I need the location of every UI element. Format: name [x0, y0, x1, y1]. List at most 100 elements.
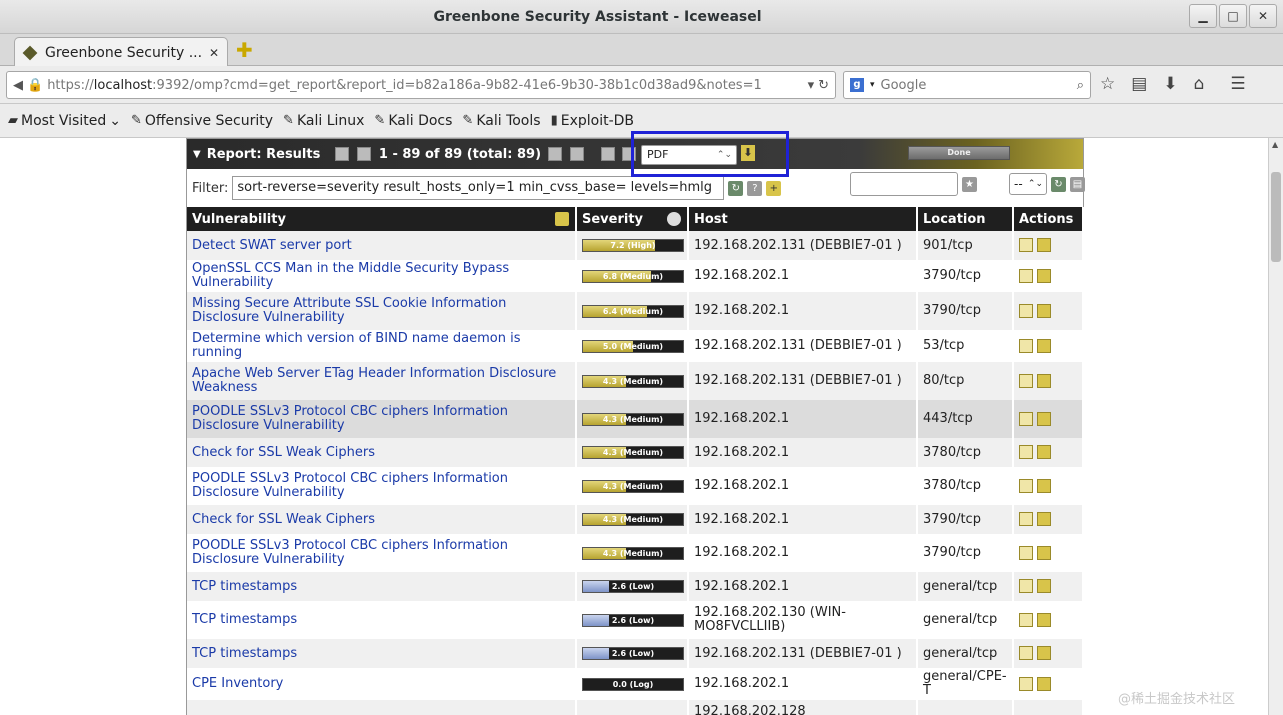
table-row[interactable]: 192.168.202.128	[187, 700, 1084, 715]
table-row[interactable]: Check for SSL Weak Ciphers 4.3 (Medium) 19…	[187, 505, 1084, 534]
new-filter-icon[interactable]: +	[766, 180, 782, 196]
help-icon[interactable]	[600, 147, 615, 161]
header-severity[interactable]: Severity	[576, 207, 689, 231]
table-row[interactable]: POODLE SSLv3 Protocol CBC ciphers Inform…	[187, 534, 1084, 572]
add-note-icon[interactable]	[1019, 303, 1033, 318]
reload-icon[interactable]: ↻	[818, 78, 829, 93]
bookmark-item[interactable]: ✎ Kali Linux	[283, 113, 364, 129]
vulnerability-link[interactable]: Apache Web Server ETag Header Informatio…	[192, 366, 556, 395]
search-box[interactable]: g ▾ ⌕	[843, 71, 1091, 99]
search-icon[interactable]: ⌕	[1077, 78, 1084, 93]
table-row[interactable]: OpenSSL CCS Man in the Middle Security B…	[187, 260, 1084, 292]
url-bar[interactable]: ◀ 🔒 https://localhost:9392/omp?cmd=get_r…	[6, 71, 836, 99]
add-note-icon[interactable]	[555, 212, 569, 226]
bookmark-item[interactable]: ✎ Kali Tools	[462, 113, 540, 129]
add-note-icon[interactable]	[1019, 445, 1033, 460]
add-override-icon[interactable]	[1037, 373, 1051, 388]
back-icon[interactable]: ◀	[13, 78, 23, 93]
add-override-icon[interactable]	[1037, 545, 1051, 560]
vulnerability-link[interactable]: POODLE SSLv3 Protocol CBC ciphers Inform…	[192, 404, 508, 433]
bookmark-item[interactable]: ✎ Kali Docs	[374, 113, 452, 129]
home-icon[interactable]: ⌂	[1194, 74, 1205, 94]
vulnerability-link[interactable]: CPE Inventory	[192, 676, 283, 691]
table-row[interactable]: Check for SSL Weak Ciphers 4.3 (Medium) 19…	[187, 438, 1084, 467]
add-note-icon[interactable]	[1019, 238, 1033, 253]
google-icon[interactable]: g	[850, 78, 864, 92]
download-report-icon[interactable]: ⬇	[741, 145, 755, 161]
add-override-icon[interactable]	[1037, 303, 1051, 318]
add-override-icon[interactable]	[1037, 411, 1051, 426]
prev-page-icon[interactable]	[356, 147, 371, 161]
collapse-icon[interactable]: ▼	[193, 149, 201, 160]
dropdown-icon[interactable]: ▾	[808, 78, 815, 93]
add-override-icon[interactable]	[1037, 646, 1051, 661]
header-host[interactable]: Host	[688, 207, 918, 231]
minimize-icon[interactable]: ▁	[1189, 4, 1217, 28]
table-row[interactable]: Determine which version of BIND name dae…	[187, 330, 1084, 362]
vulnerability-link[interactable]: TCP timestamps	[192, 646, 297, 661]
table-row[interactable]: CPE Inventory 0.0 (Log) 192.168.202.1 gener…	[187, 668, 1084, 700]
vulnerability-link[interactable]: TCP timestamps	[192, 579, 297, 594]
header-location[interactable]: Location	[917, 207, 1014, 231]
close-icon[interactable]: ✕	[1249, 4, 1277, 28]
sort-icon[interactable]	[667, 212, 681, 226]
add-override-icon[interactable]	[1037, 238, 1051, 253]
add-note-icon[interactable]	[1019, 545, 1033, 560]
table-row[interactable]: Missing Secure Attribute SSL Cookie Info…	[187, 292, 1084, 330]
add-override-icon[interactable]	[1037, 445, 1051, 460]
vulnerability-link[interactable]: Check for SSL Weak Ciphers	[192, 445, 375, 460]
menu-icon[interactable]: ☰	[1230, 74, 1245, 94]
vulnerability-link[interactable]: Missing Secure Attribute SSL Cookie Info…	[192, 296, 506, 325]
add-note-icon[interactable]	[1019, 579, 1033, 594]
table-row[interactable]: POODLE SSLv3 Protocol CBC ciphers Inform…	[187, 400, 1084, 438]
add-override-icon[interactable]	[1037, 268, 1051, 283]
maximize-icon[interactable]: □	[1219, 4, 1247, 28]
add-note-icon[interactable]	[1019, 373, 1033, 388]
scroll-thumb[interactable]	[1271, 172, 1281, 262]
add-override-icon[interactable]	[1037, 478, 1051, 493]
filter-help-icon[interactable]: ?	[747, 180, 763, 196]
vulnerability-link[interactable]: Determine which version of BIND name dae…	[192, 331, 521, 360]
add-note-icon[interactable]	[1019, 411, 1033, 426]
table-row[interactable]: TCP timestamps 2.6 (Low) 192.168.202.1 gene…	[187, 572, 1084, 601]
lock-icon[interactable]: 🔒	[27, 78, 43, 93]
bookmark-star-icon[interactable]: ☆	[1100, 74, 1115, 94]
add-note-icon[interactable]	[1019, 512, 1033, 527]
vulnerability-link[interactable]: POODLE SSLv3 Protocol CBC ciphers Inform…	[192, 538, 508, 567]
table-row[interactable]: Apache Web Server ETag Header Informatio…	[187, 362, 1084, 400]
vulnerability-link[interactable]: TCP timestamps	[192, 612, 297, 627]
engine-dropdown-icon[interactable]: ▾	[870, 80, 875, 90]
filter-list-icon[interactable]: ▤	[1070, 176, 1085, 192]
table-row[interactable]: Detect SWAT server port 7.2 (High) 192.168…	[187, 231, 1084, 260]
next-page-icon[interactable]	[548, 147, 563, 161]
last-page-icon[interactable]	[569, 147, 584, 161]
first-page-icon[interactable]	[335, 147, 350, 161]
table-row[interactable]: TCP timestamps 2.6 (Low) 192.168.202.130 (…	[187, 601, 1084, 639]
add-override-icon[interactable]	[1037, 512, 1051, 527]
report-format-select[interactable]: PDF ⌃⌄	[641, 145, 737, 165]
add-note-icon[interactable]	[1019, 338, 1033, 353]
table-row[interactable]: POODLE SSLv3 Protocol CBC ciphers Inform…	[187, 467, 1084, 505]
list-icon[interactable]	[622, 147, 637, 161]
download-icon[interactable]: ⬇	[1163, 74, 1177, 94]
vulnerability-link[interactable]: Detect SWAT server port	[192, 238, 352, 253]
filter-select[interactable]: -- ⌃⌄	[1009, 173, 1047, 195]
bookmark-item[interactable]: ✎ Offensive Security	[131, 113, 273, 129]
add-note-icon[interactable]	[1019, 268, 1033, 283]
vulnerability-link[interactable]: POODLE SSLv3 Protocol CBC ciphers Inform…	[192, 471, 508, 500]
url-text[interactable]: https://localhost:9392/omp?cmd=get_repor…	[47, 78, 803, 93]
add-note-icon[interactable]	[1019, 478, 1033, 493]
add-note-icon[interactable]	[1019, 676, 1033, 691]
refresh-filter-icon[interactable]: ↻	[728, 180, 744, 196]
save-filter-icon[interactable]: ★	[962, 176, 977, 192]
new-tab-icon[interactable]: ✚	[236, 40, 254, 60]
tab-close-icon[interactable]: ✕	[209, 46, 219, 60]
switch-filter-icon[interactable]: ↻	[1051, 176, 1066, 192]
header-vulnerability[interactable]: Vulnerability	[187, 207, 577, 231]
bookmark-item[interactable]: ▰ Most Visited ⌄	[8, 113, 121, 129]
vulnerability-link[interactable]: Check for SSL Weak Ciphers	[192, 512, 375, 527]
add-override-icon[interactable]	[1037, 612, 1051, 627]
add-override-icon[interactable]	[1037, 676, 1051, 691]
reading-list-icon[interactable]: ▤	[1131, 74, 1147, 94]
filter-name-input[interactable]	[850, 172, 958, 196]
